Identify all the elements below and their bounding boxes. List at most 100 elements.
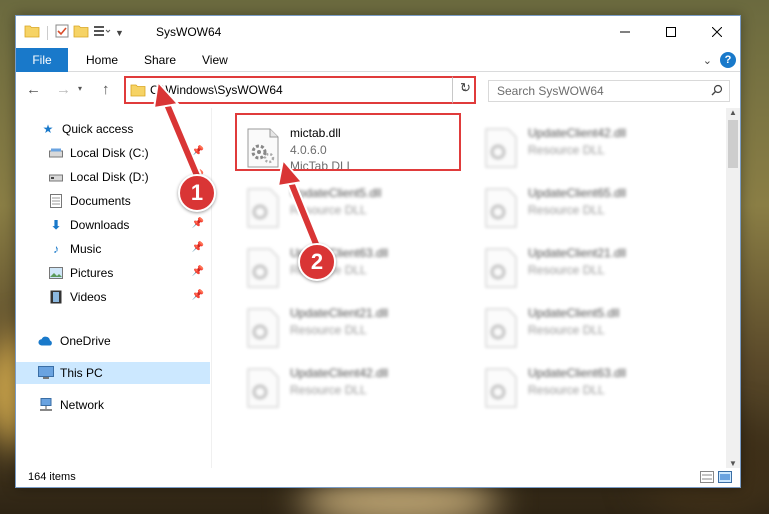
sidebar-item-quick-access[interactable]: ★ Quick access xyxy=(16,118,210,140)
sidebar-item-downloads[interactable]: ⬇ Downloads 📌 xyxy=(16,214,210,236)
file-description: Resource DLL xyxy=(528,323,605,337)
dll-file-icon xyxy=(246,308,280,348)
documents-icon xyxy=(48,193,64,209)
tiles-view-icon[interactable] xyxy=(718,471,732,486)
sidebar-item-local-disk-c[interactable]: Local Disk (C:) 📌 xyxy=(16,142,210,164)
file-name: UpdateClient21.dll xyxy=(290,306,389,320)
details-view-icon[interactable] xyxy=(700,471,714,486)
file-item[interactable]: UpdateClient63.dll Resource DLL xyxy=(240,242,460,294)
file-item[interactable]: UpdateClient42.dll Resource DLL xyxy=(478,122,698,174)
file-item[interactable]: UpdateClient65.dll Resource DLL xyxy=(478,182,698,234)
maximize-button[interactable] xyxy=(648,16,694,48)
forward-arrow-icon[interactable]: → xyxy=(56,81,71,98)
sidebar-item-label: Quick access xyxy=(62,122,134,136)
folder-icon xyxy=(24,24,40,41)
help-icon[interactable]: ? xyxy=(720,52,736,68)
tab-view[interactable]: View xyxy=(202,48,228,72)
scroll-up-icon[interactable]: ▲ xyxy=(729,108,737,117)
dll-file-icon xyxy=(246,248,280,288)
drive-icon xyxy=(48,145,64,161)
refresh-icon[interactable]: ↻ xyxy=(460,80,476,98)
sidebar-item-network[interactable]: Network xyxy=(16,394,210,416)
file-item[interactable]: UpdateClient42.dll Resource DLL xyxy=(240,362,460,414)
close-button[interactable] xyxy=(694,16,740,48)
dll-file-icon xyxy=(484,188,518,228)
pin-icon[interactable]: 📌 xyxy=(192,218,204,229)
file-item[interactable]: UpdateClient21.dll Resource DLL xyxy=(240,302,460,354)
file-description: Resource DLL xyxy=(528,203,605,217)
callout-step-1: 1 xyxy=(178,174,216,212)
pin-icon[interactable]: 📌 xyxy=(192,290,204,301)
sidebar-item-label: Music xyxy=(70,242,102,256)
search-icon[interactable] xyxy=(711,84,723,99)
callout-step-2: 2 xyxy=(298,243,336,281)
file-name: UpdateClient5.dll xyxy=(528,306,620,320)
sidebar-item-label: This PC xyxy=(60,366,103,380)
dll-file-icon xyxy=(484,128,518,168)
new-folder-icon[interactable] xyxy=(73,24,89,41)
dll-file-icon xyxy=(246,368,280,408)
pictures-icon xyxy=(48,265,64,281)
sidebar-item-this-pc[interactable]: This PC xyxy=(16,362,210,384)
file-item[interactable]: UpdateClient5.dll Resource DLL xyxy=(240,182,460,234)
back-arrow-icon[interactable]: ← xyxy=(26,81,41,98)
tab-share[interactable]: Share xyxy=(144,48,176,72)
scroll-thumb[interactable] xyxy=(728,120,738,168)
star-icon: ★ xyxy=(42,122,54,136)
item-count: 164 items xyxy=(28,471,76,483)
file-description: Resource DLL xyxy=(290,383,367,397)
up-arrow-icon[interactable]: ↑ xyxy=(102,81,110,98)
sidebar-item-onedrive[interactable]: OneDrive xyxy=(16,330,210,352)
sidebar-item-label: Network xyxy=(60,398,105,412)
vertical-scrollbar[interactable]: ▲ ▼ xyxy=(726,108,740,468)
dll-file-icon xyxy=(246,188,280,228)
music-icon: ♪ xyxy=(53,242,59,256)
customize-icon[interactable] xyxy=(93,24,111,41)
drive-icon xyxy=(48,169,64,185)
file-name: UpdateClient42.dll xyxy=(528,126,627,140)
minimize-icon xyxy=(620,31,630,33)
file-description: Resource DLL xyxy=(290,323,367,337)
network-icon xyxy=(38,397,54,413)
ribbon-controls: ⌄ ? xyxy=(703,52,736,68)
file-item[interactable]: UpdateClient5.dll Resource DLL xyxy=(478,302,698,354)
title-bar: ▼ SysWOW64 xyxy=(16,16,740,48)
dll-file-icon xyxy=(484,308,518,348)
search-input[interactable]: Search SysWOW64 xyxy=(488,80,730,102)
file-item[interactable]: UpdateClient21.dll Resource DLL xyxy=(478,242,698,294)
file-name: UpdateClient5.dll xyxy=(290,186,382,200)
sidebar-item-videos[interactable]: Videos 📌 xyxy=(16,286,210,308)
file-item[interactable]: UpdateClient63.dll Resource DLL xyxy=(478,362,698,414)
tab-file[interactable]: File xyxy=(16,48,68,72)
file-name: UpdateClient63.dll xyxy=(528,366,627,380)
file-name: UpdateClient21.dll xyxy=(528,246,627,260)
scroll-down-icon[interactable]: ▼ xyxy=(729,459,737,468)
file-description: Resource DLL xyxy=(290,203,367,217)
close-icon xyxy=(712,27,722,37)
pin-icon[interactable]: 📌 xyxy=(192,266,204,277)
download-icon: ⬇ xyxy=(50,218,62,232)
tab-home[interactable]: Home xyxy=(86,48,118,72)
sidebar-item-label: Downloads xyxy=(70,218,130,232)
address-bar[interactable]: C:\Windows\SysWOW64 ⌄ xyxy=(124,76,476,104)
sidebar-item-label: OneDrive xyxy=(60,334,111,348)
dll-file-icon xyxy=(484,248,518,288)
properties-icon[interactable] xyxy=(55,24,69,41)
sidebar-item-pictures[interactable]: Pictures 📌 xyxy=(16,262,210,284)
window-title: SysWOW64 xyxy=(156,25,222,39)
explorer-window: ▼ SysWOW64 File Home Share View ⌄ ? ← → … xyxy=(15,15,741,488)
address-path[interactable]: C:\Windows\SysWOW64 xyxy=(150,83,283,97)
pin-icon[interactable]: 📌 xyxy=(192,242,204,253)
navigation-pane: ★ Quick access Local Disk (C:) 📌 Local D… xyxy=(16,108,212,468)
file-description: Resource DLL xyxy=(528,263,605,277)
cloud-icon xyxy=(38,333,54,349)
folder-icon xyxy=(130,83,146,100)
dropdown-arrow-icon[interactable]: ▼ xyxy=(115,28,124,38)
minimize-button[interactable] xyxy=(602,16,648,48)
expand-ribbon-icon[interactable]: ⌄ xyxy=(703,54,712,67)
recent-dropdown-icon[interactable]: ▾ xyxy=(78,84,82,93)
pin-icon[interactable]: 📌 xyxy=(192,146,204,157)
sidebar-item-music[interactable]: ♪ Music 📌 xyxy=(16,238,210,260)
file-name: UpdateClient65.dll xyxy=(528,186,627,200)
file-name: UpdateClient42.dll xyxy=(290,366,389,380)
